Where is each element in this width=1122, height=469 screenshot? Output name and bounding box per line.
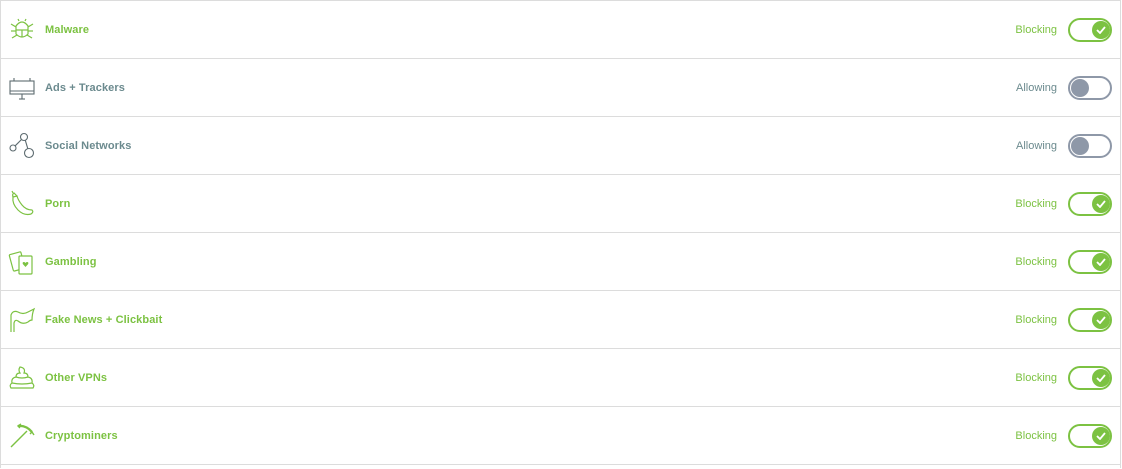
checkmark-icon <box>1096 315 1106 324</box>
eggplant-icon <box>8 190 36 218</box>
blocklist: Malware Blocking Ads + Trackers Allowing <box>0 0 1121 468</box>
status-text: Blocking <box>1015 197 1057 210</box>
playing-cards-icon <box>8 248 36 276</box>
list-item-ads-trackers: Ads + Trackers Allowing <box>1 59 1120 117</box>
toggle-knob <box>1092 310 1110 329</box>
status-text: Blocking <box>1015 255 1057 268</box>
status-text: Blocking <box>1015 429 1057 442</box>
cryptominers-toggle[interactable] <box>1068 423 1112 448</box>
list-item-social-networks: Social Networks Allowing <box>1 117 1120 175</box>
bug-icon <box>8 16 36 44</box>
list-item-porn: Porn Blocking <box>1 175 1120 233</box>
pickaxe-icon <box>8 422 36 450</box>
ads-trackers-toggle[interactable] <box>1068 75 1112 100</box>
checkmark-icon <box>1096 257 1106 266</box>
status-text: Allowing <box>1016 81 1057 94</box>
malware-toggle[interactable] <box>1068 17 1112 42</box>
status-text: Blocking <box>1015 313 1057 326</box>
toggle-knob <box>1092 194 1110 213</box>
checkmark-icon <box>1096 199 1106 208</box>
toggle-knob <box>1071 78 1089 97</box>
checkmark-icon <box>1096 373 1106 382</box>
status-text: Blocking <box>1015 371 1057 384</box>
list-item-label: Fake News + Clickbait <box>45 313 163 326</box>
social-networks-toggle[interactable] <box>1068 133 1112 158</box>
toggle-knob <box>1092 426 1110 445</box>
porn-toggle[interactable] <box>1068 191 1112 216</box>
social-network-icon <box>8 132 36 160</box>
list-item-fake-news: Fake News + Clickbait Blocking <box>1 291 1120 349</box>
status-text: Blocking <box>1015 23 1057 36</box>
list-item-label: Social Networks <box>45 139 132 152</box>
flag-icon <box>8 306 36 334</box>
toggle-knob <box>1092 368 1110 387</box>
poop-icon <box>8 364 36 392</box>
gambling-toggle[interactable] <box>1068 249 1112 274</box>
list-item-other-vpns: Other VPNs Blocking <box>1 349 1120 407</box>
billboard-icon <box>8 74 36 102</box>
list-item-label: Porn <box>45 197 71 210</box>
list-item-gambling: Gambling Blocking <box>1 233 1120 291</box>
list-item-label: Ads + Trackers <box>45 81 125 94</box>
list-item-label: Gambling <box>45 255 97 268</box>
list-item-malware: Malware Blocking <box>1 1 1120 59</box>
list-item-label: Malware <box>45 23 90 36</box>
toggle-knob <box>1071 136 1089 155</box>
other-vpns-toggle[interactable] <box>1068 365 1112 390</box>
status-text: Allowing <box>1016 139 1057 152</box>
list-item-cryptominers: Cryptominers Blocking <box>1 407 1120 465</box>
list-item-label: Cryptominers <box>45 429 118 442</box>
toggle-knob <box>1092 252 1110 271</box>
toggle-knob <box>1092 20 1110 39</box>
list-item-label: Other VPNs <box>45 371 108 384</box>
fake-news-toggle[interactable] <box>1068 307 1112 332</box>
checkmark-icon <box>1096 25 1106 34</box>
checkmark-icon <box>1096 431 1106 440</box>
